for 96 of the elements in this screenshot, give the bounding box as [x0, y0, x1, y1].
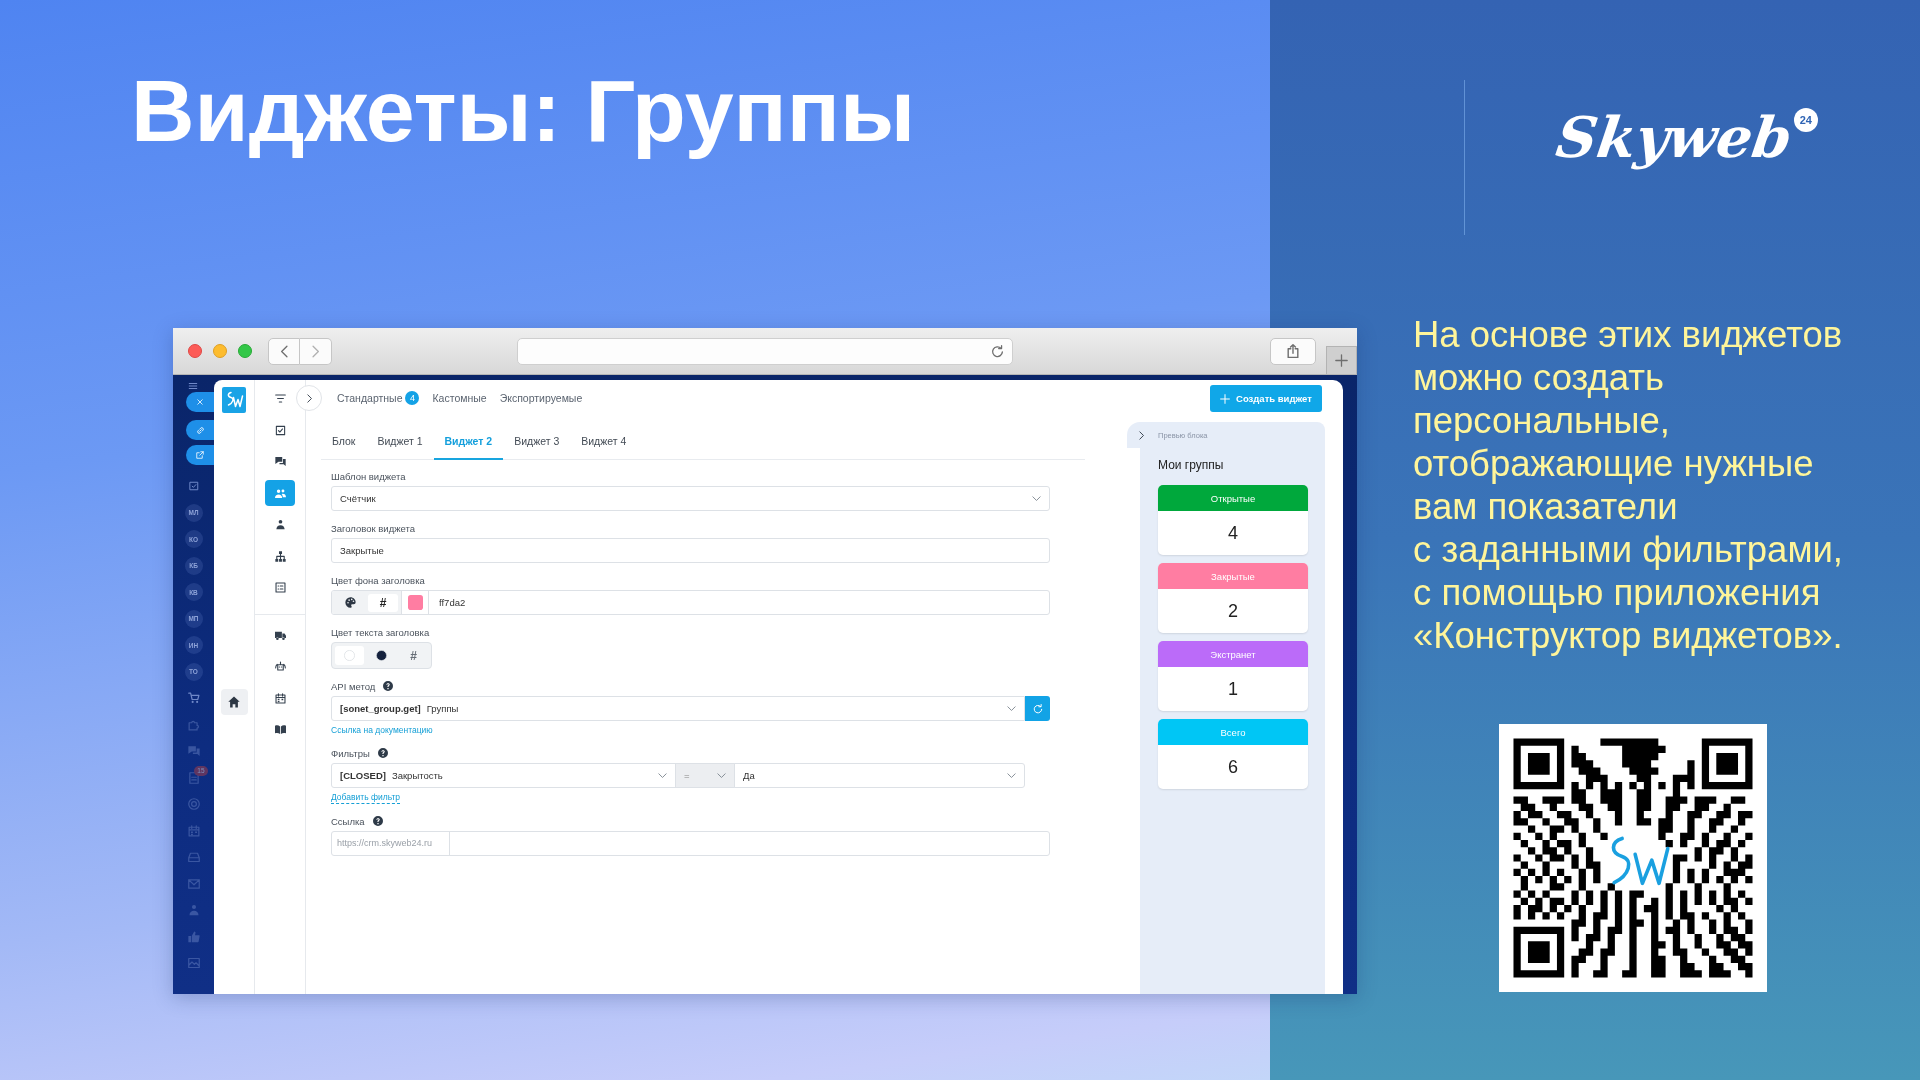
method-code: [sonet_group.get] [340, 703, 421, 714]
cart-icon[interactable] [187, 692, 200, 705]
widget-value: 6 [1227, 755, 1239, 779]
widget-card-header: Экстранет [1158, 641, 1308, 667]
chevron-down-icon [1032, 494, 1041, 503]
book-icon [274, 724, 286, 736]
field-label: Ссылка [331, 815, 365, 827]
close-window-button[interactable] [188, 344, 202, 358]
widget-value: 4 [1227, 521, 1239, 545]
home-icon [228, 696, 240, 708]
external-link-button[interactable] [186, 445, 214, 465]
share-icon [1286, 344, 1300, 358]
back-button[interactable] [268, 337, 300, 365]
external-link-icon [196, 451, 204, 459]
logo-badge: 24 [1793, 108, 1818, 132]
widget-value: 1 [1227, 677, 1239, 701]
field-label: Цвет фона заголовка [331, 574, 425, 586]
image-icon[interactable] [187, 957, 200, 970]
help-icon[interactable] [377, 748, 388, 758]
filter-field-code: [CLOSED] [340, 770, 386, 781]
minimize-window-button[interactable] [213, 344, 227, 358]
category-tab[interactable]: Стандартные 4 [337, 391, 420, 405]
chat-icon[interactable] [187, 745, 200, 758]
drive-icon[interactable] [187, 851, 200, 864]
field-label: Заголовок виджета [331, 522, 416, 534]
text-field[interactable]: Закрытые [331, 538, 1050, 563]
truck-icon [274, 629, 286, 641]
widget-tab[interactable]: Блок [321, 422, 367, 460]
slide-title: Виджеты: Группы [131, 60, 917, 162]
refresh-button[interactable] [1025, 696, 1050, 721]
text-color-option[interactable] [335, 646, 364, 665]
help-icon[interactable] [383, 681, 394, 691]
block-title: Мои группы [1158, 457, 1225, 474]
widget-tab[interactable]: Виджет 4 [570, 422, 638, 460]
chevron-down-icon [717, 771, 726, 780]
select-field[interactable]: Да [734, 763, 1025, 788]
chevron-right-icon [309, 344, 322, 358]
field-label: Фильтры [331, 747, 370, 759]
field-label: Цвет текста заголовка [331, 626, 430, 638]
share-button[interactable] [1270, 337, 1316, 365]
filter-field-name: Закрытость [391, 770, 443, 781]
chevron-down-icon [1007, 704, 1016, 713]
category-tab[interactable]: Экспортируемые [499, 392, 583, 404]
plus-icon [1335, 354, 1348, 367]
thumbs-up-icon[interactable] [187, 930, 200, 943]
widget-card-header: Всего [1158, 719, 1308, 745]
filter-icon [274, 393, 286, 405]
link-icon [195, 425, 205, 435]
new-tab-button[interactable] [1326, 346, 1357, 374]
logo-icon[interactable] [222, 387, 246, 413]
link-button[interactable] [186, 420, 214, 440]
home-button[interactable] [220, 689, 248, 715]
puzzle-icon[interactable] [187, 718, 200, 731]
address-field[interactable] [517, 337, 1013, 365]
reload-icon[interactable] [991, 344, 1004, 358]
close-icon [196, 398, 204, 406]
description-text: На основе этих виджетов можно создать персональные, отображающие нужные вам показатели с заданными фильтрами, с помощью приложения «Конструктор виджетов». [1413, 313, 1844, 657]
chevron-right-icon [1137, 430, 1146, 440]
select-field[interactable]: [CLOSED] Закрытость [331, 763, 676, 788]
chevron-down-icon [1007, 771, 1016, 780]
chevron-right-icon [304, 393, 314, 403]
reload-icon [1032, 703, 1043, 714]
help-icon[interactable] [372, 816, 383, 826]
field-label: API метод [331, 680, 376, 692]
select-field[interactable]: Счётчик [331, 486, 1050, 511]
forward-button[interactable] [300, 337, 332, 365]
chevron-down-icon [658, 771, 667, 780]
field-label: Шаблон виджета [331, 470, 406, 482]
list-icon [274, 582, 286, 594]
chat-icon [274, 456, 286, 468]
text-color-option[interactable]: # [399, 646, 428, 665]
close-button[interactable] [186, 392, 214, 412]
checkbox-icon[interactable] [188, 481, 199, 492]
target-icon[interactable] [187, 798, 200, 811]
widget-card-header: Закрытые [1158, 563, 1308, 589]
widget-tab[interactable]: Виджет 1 [366, 422, 434, 460]
widget-value: 2 [1227, 599, 1239, 623]
maximize-window-button[interactable] [238, 344, 252, 358]
method-name: Группы [426, 703, 459, 714]
people-icon [274, 487, 286, 499]
calendar-icon[interactable] [187, 824, 200, 837]
checkbox-icon [274, 424, 286, 436]
category-tab[interactable]: Кастомные [432, 392, 487, 404]
widget-card-header: Открытые [1158, 485, 1308, 511]
select-field[interactable]: [sonet_group.get] Группы [331, 696, 1025, 721]
widget-tab[interactable]: Виджет 3 [503, 422, 571, 460]
person-icon [274, 519, 286, 531]
operator-select[interactable]: = [675, 763, 735, 788]
robot-icon [274, 661, 286, 673]
menu-icon[interactable] [188, 381, 198, 391]
calendar-icon [274, 692, 286, 704]
sitemap-icon [274, 550, 286, 562]
plus-icon [1220, 393, 1231, 404]
mail-icon[interactable] [187, 877, 200, 890]
person-icon[interactable] [187, 904, 200, 917]
count-badge: 4 [405, 391, 420, 405]
